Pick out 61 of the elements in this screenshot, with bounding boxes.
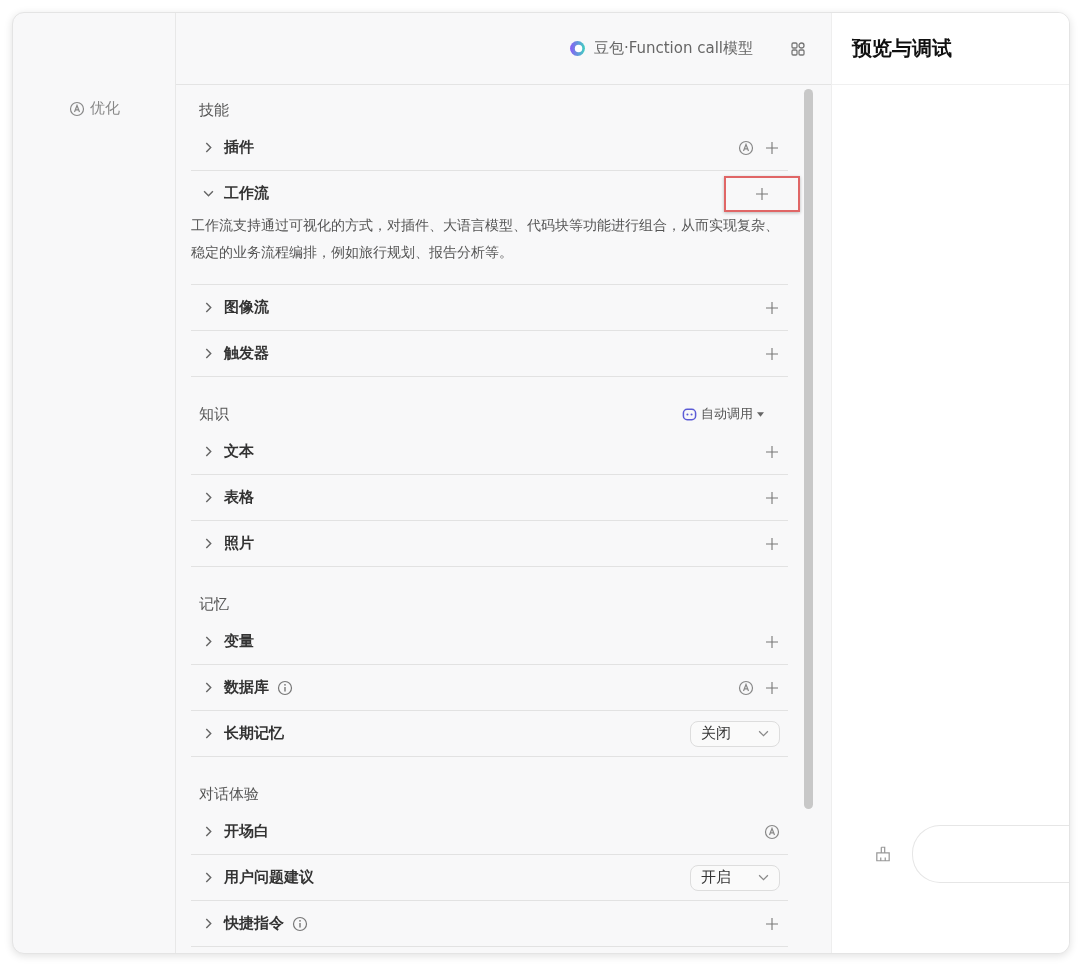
- select-dropdown[interactable]: 开启: [690, 864, 780, 891]
- chevron-down-icon: [758, 874, 769, 881]
- preview-title: 预览与调试: [832, 13, 1069, 85]
- chevron-down-icon: [758, 730, 769, 737]
- broom-icon[interactable]: [874, 845, 892, 863]
- chevron-icon[interactable]: [203, 728, 214, 739]
- row-label[interactable]: 文本: [224, 442, 254, 461]
- add-icon[interactable]: [766, 347, 778, 360]
- row-label[interactable]: 快捷指令: [224, 914, 284, 933]
- robot-icon: [682, 406, 697, 422]
- chevron-icon[interactable]: [203, 682, 214, 693]
- row-label[interactable]: 变量: [224, 632, 254, 651]
- section-title: 记忆: [199, 594, 229, 614]
- select-dropdown[interactable]: 关闭: [690, 720, 780, 747]
- row-label[interactable]: 照片: [224, 534, 254, 553]
- workflow-description: 工作流支持通过可视化的方式，对插件、大语言模型、代码块等功能进行组合，从而实现复杂、稳定的业务流程编排，例如旅行规划、报告分析等。: [191, 216, 780, 262]
- model-logo-icon: [568, 40, 586, 57]
- caret-icon: [757, 411, 764, 417]
- chevron-icon[interactable]: [203, 142, 214, 153]
- chevron-icon[interactable]: [203, 636, 214, 647]
- info-icon[interactable]: [292, 915, 308, 932]
- chevron-icon[interactable]: [203, 826, 214, 837]
- add-icon[interactable]: [766, 681, 778, 694]
- chevron-icon[interactable]: [203, 492, 214, 503]
- info-icon[interactable]: [277, 679, 293, 696]
- row-label[interactable]: 图像流: [224, 298, 269, 317]
- add-icon[interactable]: [766, 635, 778, 648]
- add-icon[interactable]: [766, 917, 778, 930]
- optimize-label[interactable]: 优化: [89, 99, 120, 118]
- add-icon[interactable]: [766, 141, 778, 154]
- grid-icon[interactable]: [791, 41, 805, 56]
- section-title: 对话体验: [199, 784, 259, 804]
- chat-input-field[interactable]: [912, 825, 1069, 883]
- add-icon[interactable]: [766, 301, 778, 314]
- add-icon[interactable]: [756, 187, 768, 200]
- row-label[interactable]: 表格: [224, 488, 254, 507]
- chevron-icon[interactable]: [203, 348, 214, 359]
- add-icon[interactable]: [766, 491, 778, 504]
- add-icon[interactable]: [766, 445, 778, 458]
- add-icon[interactable]: [766, 537, 778, 550]
- chevron-icon[interactable]: [203, 302, 214, 313]
- auto-icon[interactable]: [764, 823, 780, 840]
- row-label[interactable]: 长期记忆: [224, 724, 284, 743]
- auto-icon[interactable]: [738, 679, 754, 696]
- chevron-icon[interactable]: [203, 872, 214, 883]
- section-title: 技能: [199, 100, 229, 120]
- model-name[interactable]: 豆包·Function call模型: [593, 39, 753, 58]
- chevron-icon[interactable]: [203, 188, 214, 199]
- chevron-icon[interactable]: [203, 538, 214, 549]
- row-label[interactable]: 触发器: [224, 344, 269, 363]
- auto-icon: [68, 100, 85, 117]
- row-label[interactable]: 插件: [224, 138, 254, 157]
- row-label[interactable]: 用户问题建议: [224, 868, 314, 887]
- section-title: 知识: [199, 404, 229, 424]
- auto-call-dropdown[interactable]: 自动调用: [682, 405, 764, 423]
- row-label[interactable]: 数据库: [224, 678, 269, 697]
- row-label[interactable]: 工作流: [224, 184, 269, 203]
- chevron-icon[interactable]: [203, 918, 214, 929]
- chevron-icon[interactable]: [203, 446, 214, 457]
- row-label[interactable]: 开场白: [224, 822, 269, 841]
- auto-icon[interactable]: [738, 139, 754, 156]
